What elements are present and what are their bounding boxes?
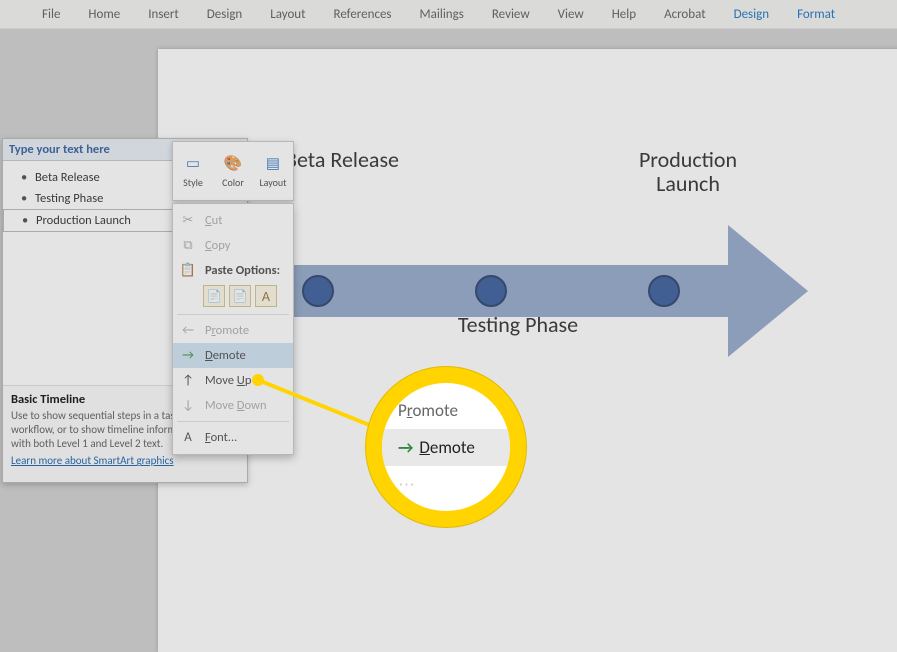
arrow-right-icon: → (179, 348, 197, 363)
tab-insert[interactable]: Insert (134, 0, 193, 28)
tab-design[interactable]: Design (193, 0, 256, 28)
timeline-node-3-label: Production Launch (608, 148, 768, 196)
tab-home[interactable]: Home (74, 0, 134, 28)
mini-color-label: Color (222, 176, 244, 189)
mini-style-button[interactable]: ▭ Style (173, 142, 213, 200)
mini-toolbar: ▭ Style 🎨 Color ▤ Layout (172, 141, 294, 201)
context-menu: ✂CCutut ⧉Copy 📋 Paste Options: 📄 📄 Ａ ←Pro… (172, 203, 294, 455)
timeline-node-2[interactable] (475, 275, 507, 307)
timeline-arrow-head (728, 225, 808, 357)
arrow-down-icon: ↓ (179, 398, 197, 413)
ctx-move-down: ↓Move Down (173, 393, 293, 418)
paste-keep-source-icon[interactable]: 📄 (203, 285, 225, 307)
timeline-node-3[interactable] (648, 275, 680, 307)
text-pane-title: Type your text here (9, 142, 110, 157)
timeline-node-1[interactable] (302, 275, 334, 307)
arrow-left-icon: ← (179, 323, 197, 338)
arrow-right-icon: → (398, 437, 413, 458)
separator (177, 314, 289, 315)
mini-style-label: Style (183, 176, 203, 189)
magnifier-demote: →Demote (382, 429, 510, 466)
font-icon: A (179, 430, 197, 445)
layout-icon: ▤ (263, 154, 283, 174)
tab-mailings[interactable]: Mailings (406, 0, 478, 28)
arrow-up-icon: ↑ (179, 373, 197, 388)
tab-review[interactable]: Review (478, 0, 544, 28)
tab-help[interactable]: Help (598, 0, 650, 28)
ctx-cut: ✂CCutut (173, 208, 293, 233)
mini-color-button[interactable]: 🎨 Color (213, 142, 253, 200)
text-pane-learn-more-link[interactable]: Learn more about SmartArt graphics (11, 454, 174, 467)
tab-acrobat[interactable]: Acrobat (650, 0, 720, 28)
ctx-copy: ⧉Copy (173, 233, 293, 258)
ctx-paste-options-label: 📋 Paste Options: (173, 258, 293, 283)
text-pane-desc-title: Basic Timeline (11, 392, 85, 407)
paste-merge-icon[interactable]: 📄 (229, 285, 251, 307)
tab-layout[interactable]: Layout (256, 0, 319, 28)
ctx-font[interactable]: AFont... (173, 425, 293, 450)
mini-layout-label: Layout (259, 176, 286, 189)
ctx-paste-header: Paste Options: (205, 263, 280, 278)
tab-view[interactable]: View (544, 0, 598, 28)
paste-text-only-icon[interactable]: Ａ (255, 285, 277, 307)
mini-layout-button[interactable]: ▤ Layout (253, 142, 293, 200)
palette-icon: 🎨 (223, 154, 243, 174)
ribbon: File Home Insert Design Layout Reference… (0, 0, 897, 29)
ctx-demote[interactable]: →Demote (173, 343, 293, 368)
tab-file[interactable]: File (28, 0, 74, 28)
tab-references[interactable]: References (320, 0, 406, 28)
tab-smartart-format[interactable]: Format (783, 0, 849, 28)
ctx-promote: ←Promote (173, 318, 293, 343)
callout-magnifier: Promote →Demote ⋯ (382, 383, 510, 511)
clipboard-icon: 📋 (179, 263, 197, 278)
copy-icon: ⧉ (179, 238, 197, 253)
tab-smartart-design[interactable]: Design (720, 0, 783, 28)
style-icon: ▭ (183, 154, 203, 174)
separator (177, 421, 289, 422)
scissors-icon: ✂ (179, 213, 197, 228)
ctx-paste-options: 📄 📄 Ａ (173, 283, 293, 311)
